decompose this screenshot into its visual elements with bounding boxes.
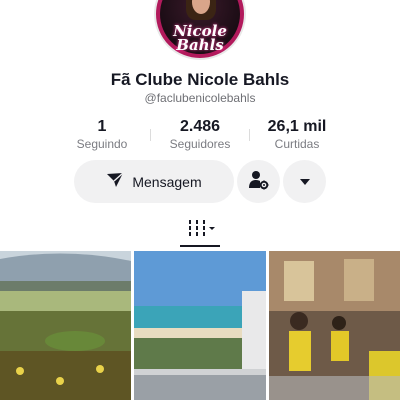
profile-name: Fã Clube Nicole Bahls bbox=[110, 70, 290, 89]
video-thumbnail[interactable] bbox=[134, 251, 266, 400]
stat-likes-label: Curtidas bbox=[274, 137, 320, 151]
message-button-label: Mensagem bbox=[132, 173, 202, 190]
more-options-button[interactable] bbox=[283, 160, 326, 203]
profile-stats: 1 Seguindo 2.486 Seguidores 26,1 mil Cur… bbox=[0, 117, 400, 153]
stat-following-value: 1 bbox=[97, 118, 107, 135]
stat-following-label: Seguindo bbox=[76, 137, 128, 151]
stat-likes-value: 26,1 mil bbox=[267, 118, 327, 135]
avatar-logo-line2: Bahls bbox=[176, 36, 224, 54]
profile-handle: @faclubenicolebahls bbox=[144, 91, 256, 105]
tab-videos-grid[interactable] bbox=[184, 218, 220, 242]
message-button[interactable]: Mensagem bbox=[74, 160, 234, 203]
active-tab-indicator bbox=[180, 245, 220, 247]
stat-followers-label: Seguidores bbox=[169, 137, 231, 151]
profile-avatar[interactable]: Nicole Bahls bbox=[154, 0, 246, 60]
video-thumbnail[interactable] bbox=[0, 251, 131, 400]
send-icon bbox=[106, 172, 124, 191]
avatar-logo: Nicole Bahls bbox=[156, 24, 244, 54]
stat-followers-value: 2.486 bbox=[179, 118, 221, 135]
chevron-down-icon bbox=[299, 174, 311, 189]
stat-likes[interactable]: 26,1 mil Curtidas bbox=[247, 117, 347, 152]
suggested-accounts-button[interactable] bbox=[237, 160, 280, 203]
grid-icon bbox=[187, 218, 217, 243]
person-gear-icon bbox=[248, 169, 270, 194]
stat-following[interactable]: 1 Seguindo bbox=[52, 117, 152, 152]
video-thumbnail[interactable] bbox=[269, 251, 400, 400]
stat-followers[interactable]: 2.486 Seguidores bbox=[150, 117, 250, 152]
